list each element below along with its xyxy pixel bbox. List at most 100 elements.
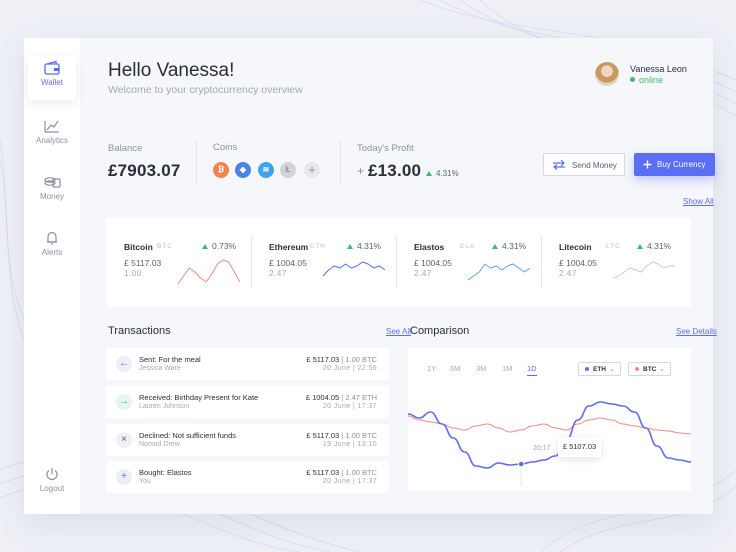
transaction-value: £ 5117.03 (306, 355, 340, 364)
coin-name: Elastos (414, 242, 445, 252)
range-1m[interactable]: 1M (502, 364, 512, 373)
sidebar-item-money[interactable]: Money (28, 170, 76, 214)
sidebar-item-label: Analytics (35, 136, 68, 145)
sidebar-item-label: Alerts (41, 248, 63, 257)
coin-cards-panel: Bitcoin BTC 0.73% £ 5117.03 1.00 Ethereum ETH 4… (106, 218, 691, 307)
arrow-up-icon (202, 244, 208, 249)
transaction-crypto: | 1.00 BTC (341, 468, 377, 477)
divider (340, 140, 341, 184)
plus-icon: + (116, 469, 132, 485)
wallet-icon (44, 60, 60, 75)
coin-symbol: LTC (606, 243, 621, 250)
coin-name: Litecoin (559, 242, 592, 252)
sidebar: Wallet Analytics Money Alerts Logout (24, 38, 80, 514)
transaction-row[interactable]: + Bought: Elastos You £ 5117.03 | 1.00 BTC 2… (106, 461, 389, 493)
transaction-row[interactable]: × Declined: Not sufficient funds Nomad Dre… (106, 424, 389, 456)
coin-change-pct: 0.73% (212, 241, 237, 251)
transaction-title: Declined: Not sufficient funds (139, 431, 236, 440)
hover-marker[interactable] (517, 460, 525, 468)
sidebar-item-alerts[interactable]: Alerts (28, 226, 76, 270)
sidebar-item-wallet[interactable]: Wallet (28, 56, 76, 100)
coin-name: Bitcoin (124, 242, 153, 252)
select-btc[interactable]: BTC ⌄ (628, 362, 671, 376)
status-text: online (639, 75, 664, 85)
coin-card-ltc[interactable]: Litecoin LTC 4.31% £ 1004.05 2.47 (541, 218, 686, 307)
select-label: BTC (643, 366, 657, 373)
bitcoin-icon: ₿ (213, 162, 229, 178)
transaction-crypto: | 2.47 ETH (341, 393, 377, 402)
sparkline (468, 263, 530, 281)
coins-label: Coins (213, 142, 238, 153)
sidebar-item-label: Wallet (41, 78, 63, 87)
send-money-button[interactable]: Send Money (543, 153, 625, 176)
elastos-icon: ≋ (258, 162, 274, 178)
coin-card-eth[interactable]: Ethereum ETH 4.31% £ 1004.05 2.47 (251, 218, 396, 307)
ethereum-icon: ◆ (235, 162, 251, 178)
coin-symbol: ETH (310, 243, 326, 250)
user-name: Vanessa Leon (630, 64, 687, 74)
user-status: online (630, 75, 663, 85)
range-1d[interactable]: 1D (527, 364, 537, 376)
logout-button[interactable]: Logout (28, 462, 76, 506)
transaction-amount: £ 5117.03 | 1.00 BTC (306, 431, 377, 440)
transaction-amount: £ 1004.05 | 2.47 ETH (306, 393, 377, 402)
divider (196, 140, 197, 184)
bell-icon (47, 231, 57, 245)
transaction-value: £ 5117.03 (306, 431, 340, 440)
transaction-amount: £ 5117.03 | 1.00 BTC (306, 355, 377, 364)
arrow-up-icon (637, 244, 643, 249)
buy-currency-label: Buy Currency (657, 160, 706, 169)
range-6m[interactable]: 6M (450, 364, 460, 373)
sparkline-line (323, 261, 385, 277)
series-line-eth (408, 401, 691, 469)
transaction-date: 20 June | 17:37 (322, 403, 377, 410)
close-icon: × (116, 432, 132, 448)
transaction-person: You (139, 478, 151, 485)
range-3m[interactable]: 3M (476, 364, 486, 373)
plus-icon (643, 160, 652, 169)
tooltip-time: 20:17 (533, 445, 551, 452)
avatar[interactable] (595, 62, 619, 86)
divider (396, 236, 397, 288)
coin-card-ela[interactable]: Elastos ELA 4.31% £ 1004.05 2.47 (396, 218, 541, 307)
coin-card-btc[interactable]: Bitcoin BTC 0.73% £ 5117.03 1.00 (106, 218, 251, 307)
select-eth[interactable]: ETH ⌄ (578, 362, 621, 376)
sidebar-item-analytics[interactable]: Analytics (28, 114, 76, 158)
see-all-link[interactable]: See All (386, 327, 411, 336)
sparkline (178, 259, 240, 285)
transaction-crypto: | 1.00 BTC (341, 431, 377, 440)
page-subtitle: Welcome to your cryptocurrency overview (108, 84, 303, 96)
see-details-link[interactable]: See Details (676, 327, 717, 336)
coin-value: £ 1004.05 (269, 258, 307, 268)
analytics-icon (44, 120, 59, 133)
transaction-row[interactable]: ← Sent: For the meal Jessica Ware £ 5117.03… (106, 348, 389, 380)
chevron-down-icon: ⌄ (609, 366, 615, 373)
coin-symbol: BTC (157, 243, 173, 250)
transaction-value: £ 5117.03 (306, 468, 340, 477)
litecoin-icon: Ł (280, 162, 296, 178)
transaction-title: Bought: Elastos (139, 468, 192, 477)
transaction-row[interactable]: → Received: Birthday Present for Kate Laur… (106, 386, 389, 418)
profit-sign: + (357, 164, 365, 178)
divider (251, 236, 252, 288)
sidebar-item-label: Money (39, 192, 64, 201)
coin-change: 0.73% (202, 241, 236, 251)
exchange-icon (553, 159, 565, 170)
series-dot (585, 367, 589, 371)
series-dot (635, 367, 639, 371)
comparison-panel: 20:17 £ 5107.03 1Y 6M 3M 1M 1D ETH ⌄ BTC ⌄ (408, 348, 691, 491)
sparkline-line (468, 263, 530, 281)
transaction-person: Lauren Johnson (139, 403, 190, 410)
plus-icon[interactable]: + (304, 162, 320, 178)
comparison-chart (408, 401, 691, 486)
transaction-person: Jessica Ware (139, 365, 181, 372)
coin-change: 4.31% (492, 241, 526, 251)
send-money-label: Send Money (572, 161, 617, 170)
buy-currency-button[interactable]: Buy Currency (634, 153, 715, 176)
transaction-date: 20 June | 22:56 (322, 365, 377, 372)
arrow-up-icon (492, 244, 498, 249)
app-window: Wallet Analytics Money Alerts Logout Hel… (24, 38, 717, 514)
show-all-link[interactable]: Show All (683, 197, 714, 206)
sparkline (613, 261, 675, 279)
range-1y[interactable]: 1Y (427, 364, 436, 373)
